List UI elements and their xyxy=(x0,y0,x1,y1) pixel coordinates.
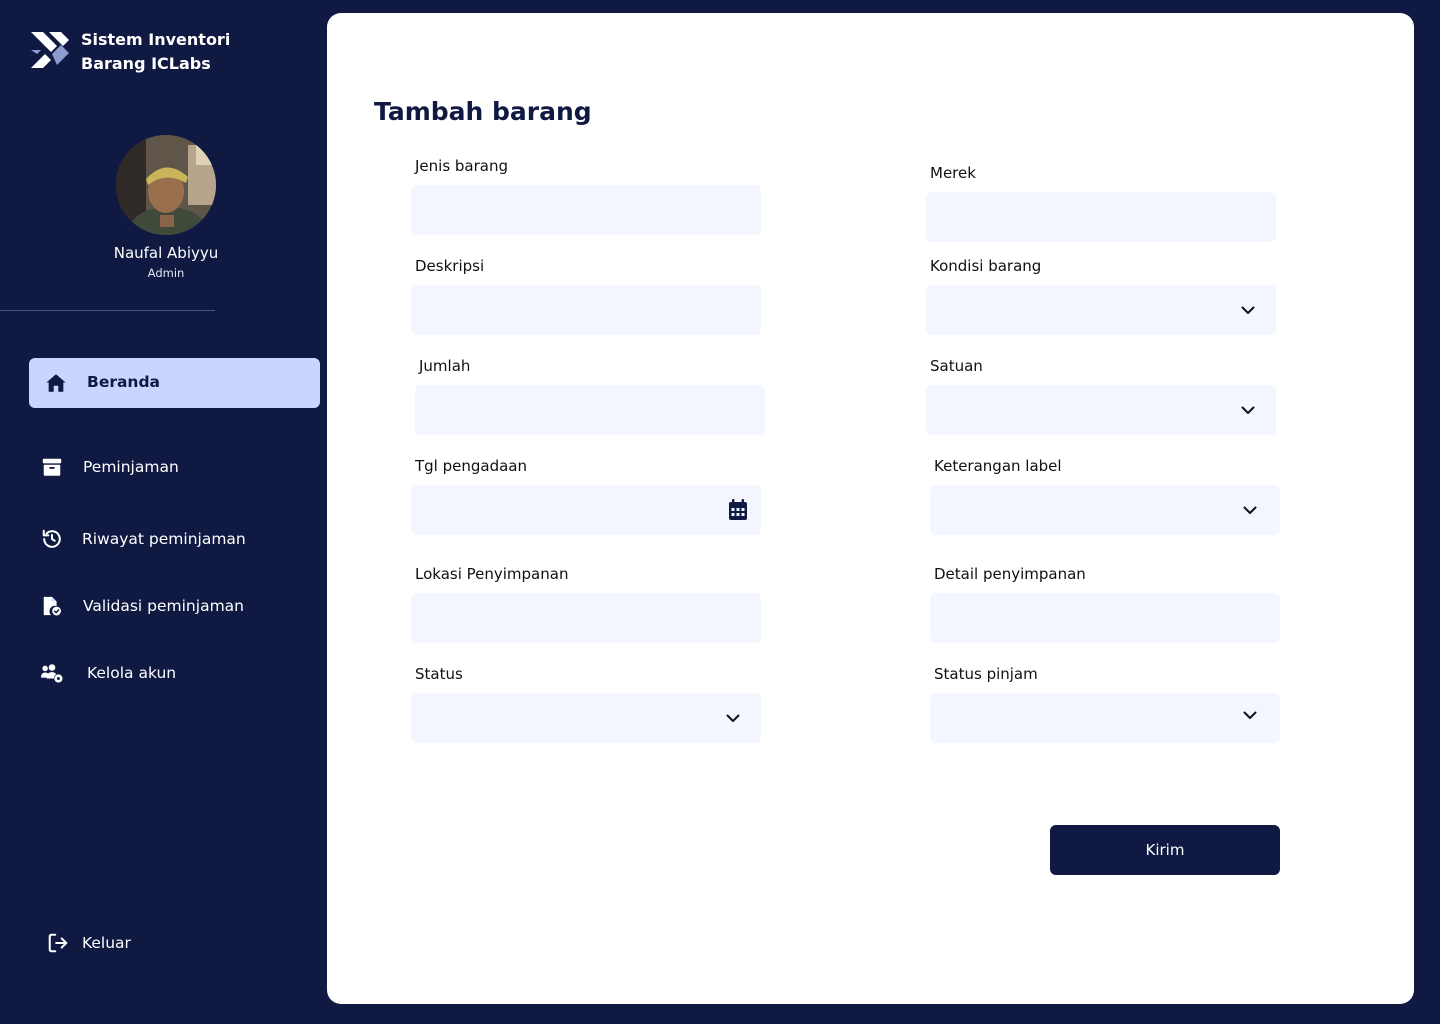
nav-item-riwayat-peminjaman[interactable]: Riwayat peminjaman xyxy=(40,526,300,552)
label-kondisi-barang: Kondisi barang xyxy=(930,257,1042,275)
label-jenis-barang: Jenis barang xyxy=(415,157,509,175)
app-title-line2: Barang ICLabs xyxy=(81,54,211,73)
chevron-down-icon xyxy=(1243,711,1257,719)
nav-item-kelola-akun[interactable]: Kelola akun xyxy=(40,660,300,686)
history-icon xyxy=(40,527,64,551)
label-jumlah: Jumlah xyxy=(419,357,471,375)
status-select[interactable] xyxy=(411,693,761,743)
chevron-down-icon xyxy=(1241,406,1255,414)
iclabs-logo-icon xyxy=(31,32,69,68)
satuan-select[interactable] xyxy=(926,385,1276,435)
chevron-down-icon xyxy=(726,714,740,722)
avatar-photo xyxy=(116,135,216,235)
kondisi-barang-select[interactable] xyxy=(926,285,1276,335)
label-status-pinjam: Status pinjam xyxy=(934,665,1038,683)
merek-input[interactable] xyxy=(926,192,1276,242)
label-status: Status xyxy=(415,665,463,683)
brand: Sistem Inventori Barang ICLabs xyxy=(28,28,230,76)
nav-label-peminjaman: Peminjaman xyxy=(83,458,179,476)
nav-item-beranda[interactable]: Beranda xyxy=(29,358,320,408)
tgl-pengadaan-date-field[interactable] xyxy=(411,485,761,535)
chevron-down-icon xyxy=(1241,306,1255,314)
page-title: Tambah barang xyxy=(374,97,592,126)
nav-label-riwayat-peminjaman: Riwayat peminjaman xyxy=(82,530,246,548)
nav-item-validasi-peminjaman[interactable]: Validasi peminjaman xyxy=(40,593,300,619)
label-deskripsi: Deskripsi xyxy=(415,257,485,275)
label-lokasi-penyimpanan: Lokasi Penyimpanan xyxy=(415,565,569,583)
deskripsi-input[interactable] xyxy=(411,285,761,335)
nav-label-beranda: Beranda xyxy=(87,373,161,391)
label-satuan: Satuan xyxy=(930,357,983,375)
home-icon xyxy=(44,371,68,395)
main-panel: Tambah barang Jenis barang Deskripsi Jum… xyxy=(327,13,1414,1004)
status-pinjam-select[interactable] xyxy=(930,693,1280,743)
avatar xyxy=(116,135,216,235)
user-role: Admin xyxy=(147,266,185,280)
keterangan-label-select[interactable] xyxy=(930,485,1280,535)
users-gear-icon xyxy=(40,661,64,685)
detail-penyimpanan-input[interactable] xyxy=(930,593,1280,643)
nav-item-peminjaman[interactable]: Peminjaman xyxy=(40,454,300,480)
logout-button[interactable]: Keluar xyxy=(46,930,246,956)
nav-label-kelola-akun: Kelola akun xyxy=(87,664,177,682)
calendar-icon[interactable] xyxy=(728,499,748,521)
label-merek: Merek xyxy=(930,164,976,182)
label-keterangan-label: Keterangan label xyxy=(934,457,1062,475)
label-detail-penyimpanan: Detail penyimpanan xyxy=(934,565,1086,583)
sidebar-divider xyxy=(0,310,215,311)
logout-icon xyxy=(46,931,70,955)
file-check-icon xyxy=(40,594,64,618)
jenis-barang-input[interactable] xyxy=(411,185,761,235)
app-title: Sistem Inventori Barang ICLabs xyxy=(81,28,230,76)
box-icon xyxy=(40,455,64,479)
app-title-line1: Sistem Inventori xyxy=(81,30,231,49)
lokasi-penyimpanan-input[interactable] xyxy=(411,593,761,643)
chevron-down-icon xyxy=(1243,506,1257,514)
logout-label: Keluar xyxy=(82,934,131,952)
jumlah-input[interactable] xyxy=(415,385,765,435)
submit-button[interactable]: Kirim xyxy=(1050,825,1280,875)
label-tgl-pengadaan: Tgl pengadaan xyxy=(415,457,528,475)
user-name: Naufal Abiyyu xyxy=(113,244,219,262)
nav-label-validasi-peminjaman: Validasi peminjaman xyxy=(83,597,244,615)
